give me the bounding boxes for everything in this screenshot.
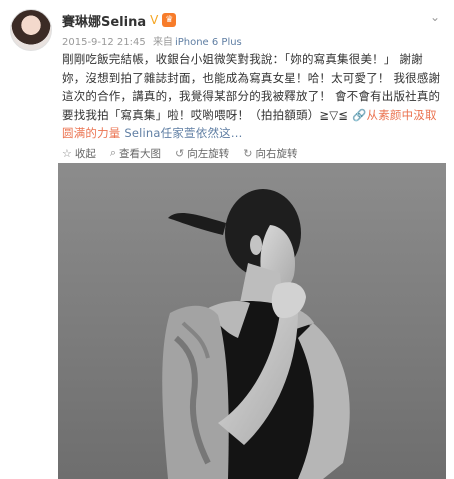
rotate-left-label: 向左旋转 [187, 147, 230, 160]
chevron-down-icon[interactable]: ⌄ [430, 10, 440, 24]
member-badge-icon[interactable]: ♛ [162, 13, 177, 27]
view-large-label: 查看大图 [119, 147, 162, 160]
post-source[interactable]: iPhone 6 Plus [175, 37, 242, 48]
rotate-right-button[interactable]: ↻ 向右旋转 [243, 146, 297, 161]
link-icon: 🔗 [351, 107, 367, 122]
collapse-button[interactable]: ☆ 收起 [62, 146, 96, 161]
verified-icon: V [150, 13, 159, 27]
collapse-label: 收起 [74, 147, 96, 160]
rotate-right-label: 向右旋转 [255, 147, 298, 160]
magnify-icon: ⌕ [109, 146, 117, 159]
post-photo[interactable] [58, 163, 446, 479]
rotate-right-icon: ↻ [243, 146, 253, 160]
post-meta: 2015-9-12 21:45 来自 iPhone 6 Plus [62, 33, 242, 48]
post-time[interactable]: 2015-9-12 21:45 [62, 37, 146, 48]
photo-illustration [58, 163, 446, 479]
star-icon: ☆ [62, 146, 72, 160]
post-text: 剛剛吃飯完結帳，收銀台小姐微笑對我說：「妳的寫真集很美！」 謝謝妳，沒想到拍了雜… [62, 50, 442, 143]
weibo-post-card: 賽琳娜Selina V ♛ ⌄ 2015-9-12 21:45 来自 iPhone… [0, 0, 454, 479]
author-name[interactable]: 賽琳娜Selina [62, 11, 146, 30]
image-toolbar: ☆ 收起 ⌕ 查看大图 ↺ 向左旋转 ↻ 向右旋转 [62, 144, 297, 162]
view-large-button[interactable]: ⌕ 查看大图 [110, 146, 161, 161]
rotate-left-button[interactable]: ↺ 向左旋转 [175, 146, 229, 161]
author-row: 賽琳娜Selina V ♛ [62, 10, 177, 30]
rotate-left-icon: ↺ [175, 146, 185, 160]
topic-link[interactable]: Selina任家萱依然这... [124, 126, 242, 140]
source-prefix: 来自 [152, 37, 173, 48]
avatar[interactable] [10, 9, 52, 51]
